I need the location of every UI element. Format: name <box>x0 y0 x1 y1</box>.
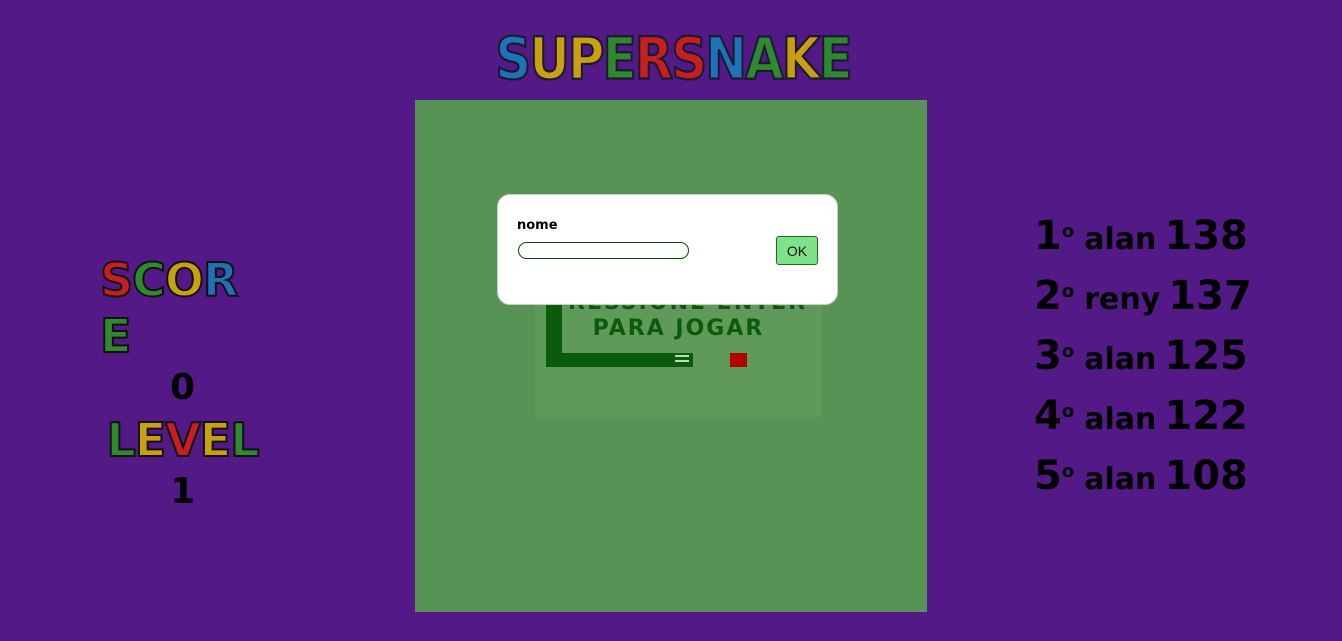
ok-button[interactable]: OK <box>776 236 818 265</box>
level-label: LEVEL <box>105 412 260 468</box>
level-value: 1 <box>169 471 196 512</box>
rank-score: 138 <box>1164 213 1248 259</box>
level-letter: L <box>105 412 136 468</box>
rank-position: 3 <box>1034 333 1062 379</box>
level-letter: E <box>134 412 167 468</box>
rank-ordinal: o <box>1061 341 1075 362</box>
rank-position: 1 <box>1034 213 1062 259</box>
rank-position: 5 <box>1034 453 1062 499</box>
supersnake-logo: SUPERSNAKE <box>494 24 853 93</box>
logo-letter: S <box>670 24 708 93</box>
level-letter: E <box>199 412 232 468</box>
ranking-row: 4o alan 122 <box>1034 390 1334 450</box>
rank-ordinal: o <box>1061 221 1075 242</box>
logo-letter: A <box>744 24 785 93</box>
rank-score: 125 <box>1164 333 1248 379</box>
rank-position: 2 <box>1034 273 1062 319</box>
rank-position: 4 <box>1034 393 1062 439</box>
logo-letter: E <box>818 24 854 93</box>
score-label: SCOR E <box>99 252 265 364</box>
score-letter: R <box>202 252 239 308</box>
ranking-row: 5o alan 108 <box>1034 450 1334 510</box>
logo-letter: R <box>634 24 674 93</box>
rank-ordinal: o <box>1061 401 1075 422</box>
food-block <box>730 353 747 367</box>
ranking-row: 3o alan 125 <box>1034 330 1334 390</box>
score-letter: C <box>131 252 167 308</box>
level-letter: L <box>229 412 260 468</box>
logo-letter: S <box>494 24 532 93</box>
score-letter: E <box>99 308 132 364</box>
stats-panel: SCORE 0 LEVEL 1 <box>99 252 265 512</box>
rank-score: 137 <box>1168 273 1252 319</box>
ranking-row: 1o alan 138 <box>1034 210 1334 270</box>
snake-head-mark <box>675 360 689 362</box>
rank-player-name: alan <box>1084 222 1157 257</box>
rank-player-name: reny <box>1084 282 1161 317</box>
logo-letter: U <box>528 24 571 93</box>
rank-ordinal: o <box>1061 281 1075 302</box>
play-text: PARA JOGAR <box>592 316 765 341</box>
ranking-list: 1o alan 138 2o reny 137 3o alan 125 4o alan 122 … <box>1034 210 1334 510</box>
name-input[interactable] <box>518 242 689 259</box>
logo-letter: P <box>567 24 606 93</box>
snake-head-mark <box>675 355 689 357</box>
name-dialog: nome OK <box>497 194 838 305</box>
rank-player-name: alan <box>1084 462 1157 497</box>
logo-letter: E <box>602 24 638 93</box>
rank-ordinal: o <box>1061 461 1075 482</box>
level-letter: V <box>164 412 202 468</box>
game-board[interactable]: PRESSIONE ENTER PARA JOGAR <box>415 100 927 612</box>
rank-player-name: alan <box>1084 342 1157 377</box>
score-value: 0 <box>169 367 196 408</box>
rank-player-name: alan <box>1084 402 1157 437</box>
name-label: nome <box>517 218 558 233</box>
rank-score: 108 <box>1164 453 1248 499</box>
snake-body-horizontal <box>546 353 693 367</box>
rank-score: 122 <box>1164 393 1248 439</box>
ranking-row: 2o reny 137 <box>1034 270 1334 330</box>
score-letter: S <box>99 252 134 308</box>
score-letter: O <box>164 252 205 308</box>
logo-letter: N <box>704 24 748 93</box>
logo-letter: K <box>781 24 822 93</box>
